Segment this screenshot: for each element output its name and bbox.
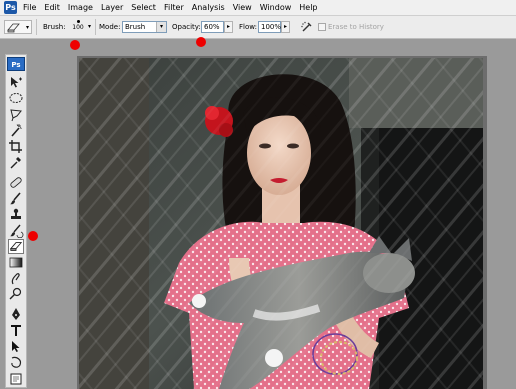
menu-analysis[interactable]: Analysis (188, 0, 229, 16)
pen-tool[interactable] (8, 307, 24, 322)
blur-tool[interactable] (8, 271, 24, 286)
gradient-icon (9, 257, 23, 268)
airbrush-toggle[interactable] (300, 20, 314, 34)
separator (36, 19, 37, 35)
menu-help[interactable]: Help (295, 0, 321, 16)
airbrush-icon (301, 21, 312, 32)
opacity-field[interactable]: 60% (201, 21, 224, 33)
mode-select[interactable]: Brush ▾ (122, 21, 167, 33)
flow-label: Flow: (239, 23, 257, 31)
chevron-down-icon[interactable]: ▾ (88, 23, 91, 30)
flow-field[interactable]: 100% (258, 21, 281, 33)
clone-stamp-tool[interactable] (8, 207, 24, 222)
menu-filter[interactable]: Filter (160, 0, 188, 16)
move-tool[interactable] (8, 75, 24, 90)
eyedropper-icon (10, 157, 21, 169)
photoshop-logo: Ps (7, 57, 25, 71)
brush-size-value: 100 (72, 24, 84, 31)
opacity-value: 60% (204, 23, 220, 31)
path-selection-icon (12, 341, 20, 352)
shape-icon (11, 356, 22, 368)
chevron-down-icon: ▾ (25, 24, 29, 31)
photoshop-app-icon[interactable]: Ps (4, 1, 17, 14)
dodge-icon (9, 287, 22, 300)
healing-brush-tool[interactable] (8, 175, 24, 190)
finger-icon (11, 273, 20, 285)
annotation-marker-opacity (196, 37, 206, 47)
chevron-right-icon: ▸ (226, 23, 230, 30)
erase-to-history-checkbox[interactable] (318, 23, 326, 31)
erase-to-history-label: Erase to History (328, 23, 384, 31)
menu-file[interactable]: File (19, 0, 40, 16)
lasso-icon (10, 109, 22, 122)
menu-select[interactable]: Select (127, 0, 160, 16)
separator (95, 19, 96, 35)
history-brush-tool[interactable] (8, 223, 24, 238)
menu-window[interactable]: Window (256, 0, 296, 16)
magic-wand-tool[interactable] (8, 123, 24, 138)
opacity-label: Opacity: (172, 23, 201, 31)
flow-slider-button[interactable]: ▸ (281, 21, 290, 33)
shape-tool[interactable] (8, 355, 24, 370)
crop-icon (9, 140, 22, 153)
type-tool[interactable] (8, 323, 24, 338)
annotation-marker-eraser (28, 231, 38, 241)
eyedropper-tool[interactable] (8, 155, 24, 170)
mode-select-value: Brush (125, 23, 146, 31)
magic-wand-icon (11, 124, 22, 137)
menu-image[interactable]: Image (64, 0, 97, 16)
menu-view[interactable]: View (229, 0, 256, 16)
annotation-marker-brush (70, 40, 80, 50)
brush-preset-picker[interactable]: 100 (70, 18, 86, 36)
stamp-icon (11, 208, 21, 219)
brush-label: Brush: (43, 23, 66, 31)
eraser-icon (7, 23, 20, 33)
lasso-tool[interactable] (8, 91, 24, 106)
bandage-icon (10, 177, 22, 188)
brush-icon (10, 192, 21, 205)
notes-tool[interactable] (8, 373, 24, 388)
photo-image (79, 58, 483, 389)
pen-icon (12, 308, 20, 320)
tools-panel: Ps (5, 54, 27, 388)
flow-value: 100% (261, 23, 282, 31)
chevron-right-icon: ▸ (283, 23, 287, 30)
opacity-slider-button[interactable]: ▸ (224, 21, 233, 33)
dodge-tool[interactable] (8, 287, 24, 302)
brush-tool[interactable] (8, 191, 24, 206)
gradient-tool[interactable] (8, 255, 24, 270)
menu-layer[interactable]: Layer (97, 0, 127, 16)
brush-tip-icon (76, 20, 80, 23)
tool-preset-picker[interactable]: ▾ (4, 20, 32, 34)
type-icon (11, 325, 21, 336)
tool-options-bar: ▾ Brush: 100 ▾ Mode: Brush ▾ Opacity: 60… (0, 16, 516, 39)
chevron-down-icon: ▾ (156, 22, 166, 32)
polygonal-lasso-tool[interactable] (8, 107, 24, 122)
path-selection-tool[interactable] (8, 339, 24, 354)
move-icon (11, 77, 22, 88)
menu-edit[interactable]: Edit (40, 0, 64, 16)
note-icon (10, 373, 22, 385)
main-menu: File Edit Image Layer Select Filter Anal… (19, 0, 322, 16)
marquee-icon (9, 93, 23, 103)
menu-bar: Ps File Edit Image Layer Select Filter A… (0, 0, 516, 16)
eraser-tool[interactable] (8, 239, 24, 254)
eraser-icon (9, 242, 23, 251)
history-brush-icon (10, 224, 24, 238)
document-canvas[interactable] (79, 58, 483, 389)
mode-label: Mode: (99, 23, 121, 31)
crop-tool[interactable] (8, 139, 24, 154)
